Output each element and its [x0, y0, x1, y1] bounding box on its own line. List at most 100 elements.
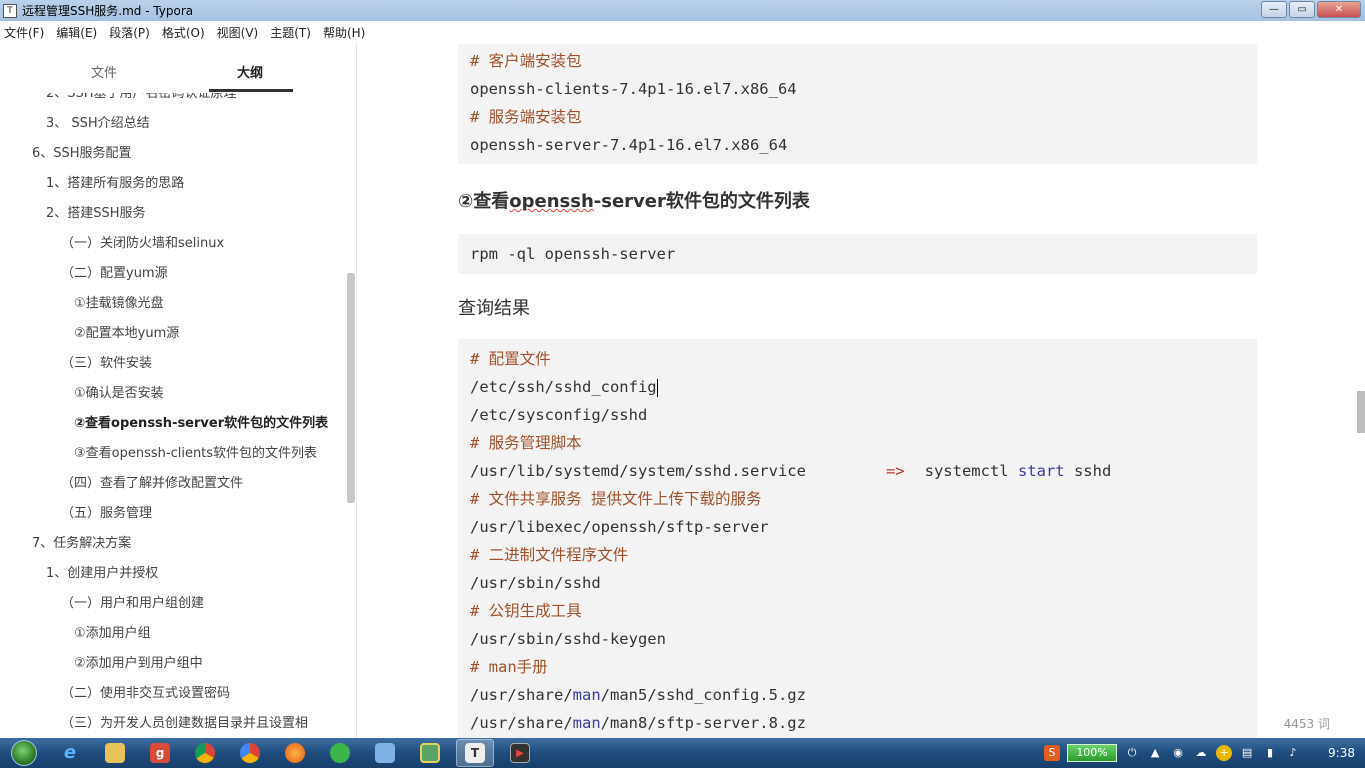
- menu-help[interactable]: 帮助(H): [323, 24, 365, 41]
- clipboard-icon[interactable]: ▤: [1239, 745, 1255, 761]
- power-icon[interactable]: ⏻: [1124, 745, 1140, 761]
- code-line: /etc/sysconfig/sshd: [470, 406, 648, 424]
- heading-text-suffix: -server软件包的文件列表: [593, 191, 810, 212]
- wechat-icon[interactable]: [321, 739, 359, 767]
- outline-item[interactable]: ①确认是否安装: [0, 379, 345, 409]
- menu-view[interactable]: 视图(V): [217, 24, 259, 41]
- outline-item[interactable]: ③查看openssh-clients软件包的文件列表: [0, 439, 345, 469]
- menu-theme[interactable]: 主题(T): [270, 24, 311, 41]
- code-line: # 文件共享服务 提供文件上传下载的服务: [470, 490, 762, 508]
- code-text: /usr/share/: [470, 714, 573, 732]
- menu-paragraph[interactable]: 段落(P): [109, 24, 150, 41]
- outline-item[interactable]: （二）使用非交互式设置密码: [0, 679, 345, 709]
- window-controls: — ▭ ✕: [1261, 1, 1361, 18]
- chrome-icon[interactable]: [186, 739, 224, 767]
- code-line: openssh-clients-7.4p1-16.el7.x86_64: [470, 80, 797, 98]
- outline-item[interactable]: （一）关闭防火墙和selinux: [0, 229, 345, 259]
- code-keyword: man: [572, 686, 601, 704]
- menu-format[interactable]: 格式(O): [162, 24, 205, 41]
- code-text: /man8/sftp-server.8.gz: [600, 714, 806, 732]
- battery-indicator[interactable]: 100%: [1067, 744, 1118, 762]
- outline-item[interactable]: 7、任务解决方案: [0, 529, 345, 559]
- outline-item[interactable]: ②添加用户到用户组中: [0, 649, 345, 679]
- editor[interactable]: # 客户端安装包 openssh-clients-7.4p1-16.el7.x8…: [358, 43, 1365, 738]
- code-text: sshd: [1064, 462, 1112, 480]
- terminal-icon[interactable]: ▶: [501, 739, 539, 767]
- outline-item[interactable]: （二）配置yum源: [0, 259, 345, 289]
- outline-item[interactable]: （四）查看了解并修改配置文件: [0, 469, 345, 499]
- outline-item[interactable]: 6、SSH服务配置: [0, 139, 345, 169]
- outline-item[interactable]: （五）服务管理: [0, 499, 345, 529]
- ie-icon[interactable]: e: [51, 739, 89, 767]
- chrome2-icon[interactable]: [231, 739, 269, 767]
- code-block-file-list[interactable]: # 配置文件 /etc/ssh/sshd_config /etc/sysconf…: [458, 339, 1257, 738]
- editor-scrollbar[interactable]: [1357, 391, 1365, 433]
- typora-app-icon: T: [3, 3, 17, 18]
- close-button[interactable]: ✕: [1317, 1, 1361, 18]
- heading-text-prefix: ②查看: [458, 191, 510, 212]
- taskbar: e g T ▶ S 100% ⏻ ▲ ◉ ☁ + ▤ ▮ ♪ 9:38: [0, 738, 1365, 768]
- sogou-ime-icon[interactable]: S: [1044, 745, 1061, 761]
- outline-item[interactable]: ②查看openssh-server软件包的文件列表: [0, 409, 345, 439]
- maximize-button[interactable]: ▭: [1289, 1, 1315, 18]
- result-label: 查询结果: [458, 298, 530, 319]
- code-text: /usr/lib/systemd/system/sshd.service: [470, 462, 806, 480]
- signal-icon[interactable]: ▮: [1262, 745, 1278, 761]
- outline-item[interactable]: （一）用户和用户组创建: [0, 589, 345, 619]
- code-line: /etc/ssh/sshd_config: [470, 373, 1245, 401]
- code-operator: =>: [885, 462, 905, 480]
- code-line: /usr/sbin/sshd-keygen: [470, 630, 666, 648]
- menu-file[interactable]: 文件(F): [4, 24, 44, 41]
- firefox-icon[interactable]: [276, 739, 314, 767]
- system-tray: S 100% ⏻ ▲ ◉ ☁ + ▤ ▮ ♪ 9:38: [1044, 738, 1365, 768]
- code-line: # 公钥生成工具: [470, 602, 582, 620]
- typora-icon[interactable]: T: [456, 739, 494, 767]
- network-app-icon[interactable]: ◉: [1170, 745, 1186, 761]
- code-block-command[interactable]: rpm -ql openssh-server: [458, 234, 1257, 274]
- folder-icon[interactable]: [366, 739, 404, 767]
- windows-logo-icon: [11, 740, 37, 766]
- code-line: # 二进制文件程序文件: [470, 546, 629, 564]
- show-hidden-icons[interactable]: ▲: [1147, 745, 1163, 761]
- outline-item[interactable]: （三）为开发人员创建数据目录并且设置相: [0, 709, 345, 738]
- outline-item[interactable]: 3、 SSH介绍总结: [0, 109, 345, 139]
- outline-item[interactable]: ②配置本地yum源: [0, 319, 345, 349]
- outline-item[interactable]: 1、创建用户并授权: [0, 559, 345, 589]
- code-text: /usr/share/: [470, 686, 573, 704]
- code-line: /usr/libexec/openssh/sftp-server: [470, 518, 769, 536]
- outline-item[interactable]: （三）软件安装: [0, 349, 345, 379]
- sidebar: 2、SSH基于用户名密码认证原理 3、 SSH介绍总结 6、SSH服务配置 1、搭建所…: [0, 43, 357, 738]
- outline-item[interactable]: ①挂载镜像光盘: [0, 289, 345, 319]
- start-button[interactable]: [4, 738, 44, 768]
- sidebar-scrollbar[interactable]: [347, 273, 355, 503]
- code-line: openssh-server-7.4p1-16.el7.x86_64: [470, 136, 788, 154]
- explorer-icon[interactable]: [96, 739, 134, 767]
- outline-list: 2、SSH基于用户名密码认证原理 3、 SSH介绍总结 6、SSH服务配置 1、搭建所…: [0, 79, 345, 738]
- code-line: /usr/sbin/sshd: [470, 574, 601, 592]
- outline-item[interactable]: 2、搭建SSH服务: [0, 199, 345, 229]
- tab-files[interactable]: 文件: [91, 62, 117, 81]
- code-line: # 服务端安装包: [470, 108, 582, 126]
- code-keyword: start: [1017, 462, 1065, 480]
- code-line: rpm -ql openssh-server: [470, 245, 676, 263]
- screen-icon[interactable]: [411, 739, 449, 767]
- tab-outline[interactable]: 大纲: [237, 62, 263, 81]
- code-keyword: man: [572, 714, 601, 732]
- app-red-icon[interactable]: g: [141, 739, 179, 767]
- volume-icon[interactable]: ♪: [1285, 745, 1301, 761]
- code-line: /usr/lib/systemd/system/sshd.service => sy…: [470, 457, 1245, 485]
- clock[interactable]: 9:38: [1328, 746, 1355, 760]
- code-line: # 配置文件: [470, 350, 551, 368]
- minimize-button[interactable]: —: [1261, 1, 1287, 18]
- cloud-icon[interactable]: ☁: [1193, 745, 1209, 761]
- add-icon[interactable]: +: [1216, 745, 1233, 761]
- outline-item[interactable]: 1、搭建所有服务的思路: [0, 169, 345, 199]
- code-block-packages[interactable]: # 客户端安装包 openssh-clients-7.4p1-16.el7.x8…: [458, 44, 1257, 164]
- menu-edit[interactable]: 编辑(E): [56, 24, 97, 41]
- sidebar-tabs: 文件 大纲: [0, 43, 345, 93]
- outline-item[interactable]: ①添加用户组: [0, 619, 345, 649]
- tab-active-indicator: [209, 89, 293, 92]
- code-line: /usr/share/man/man5/sshd_config.5.gz: [470, 681, 1245, 709]
- word-count[interactable]: 4453 词: [1284, 715, 1330, 732]
- heading-text-misspelled: openssh: [509, 191, 594, 212]
